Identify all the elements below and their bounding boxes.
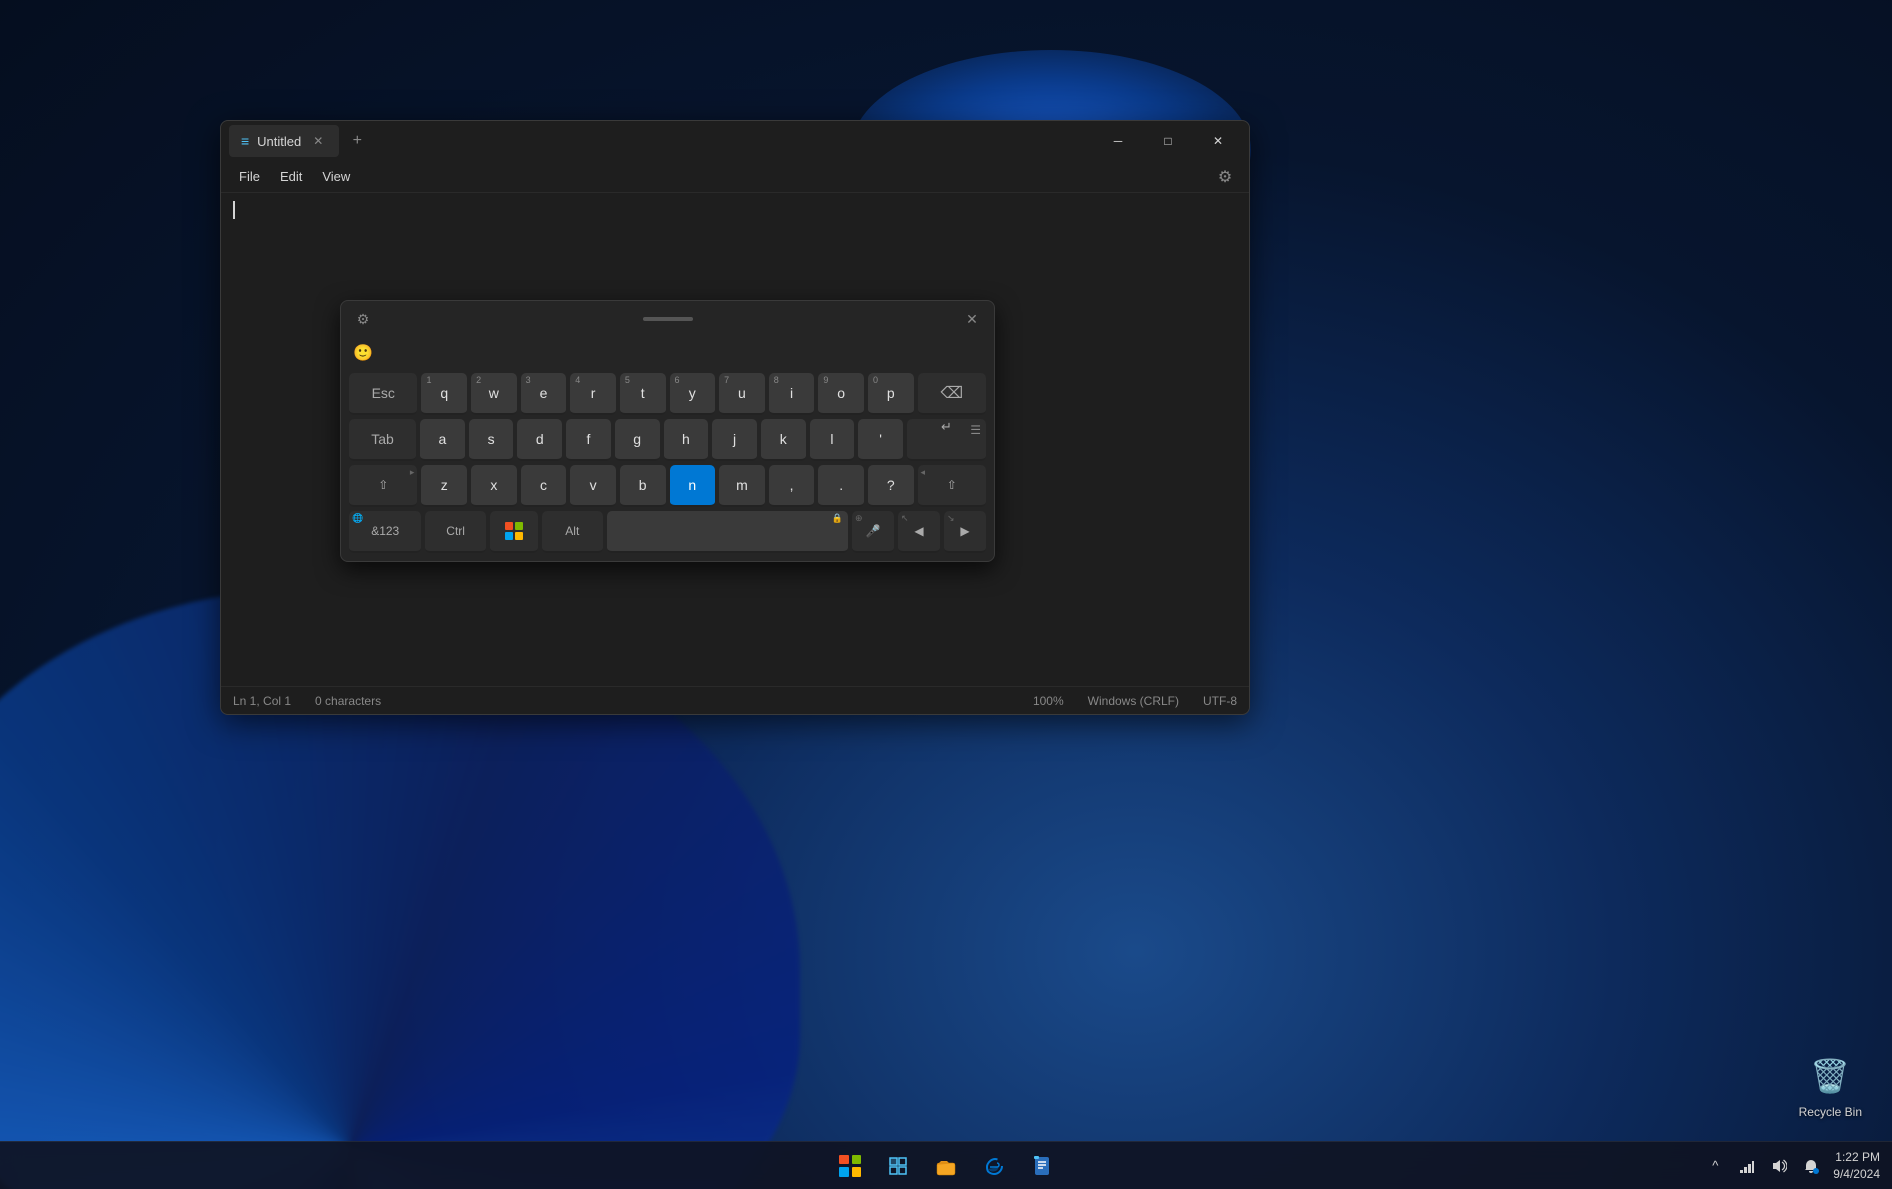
taskbar-clock[interactable]: 1:22 PM 9/4/2024 bbox=[1833, 1149, 1880, 1183]
text-cursor bbox=[233, 201, 235, 219]
line-ending[interactable]: Windows (CRLF) bbox=[1088, 694, 1179, 708]
notepad-tab-icon: ≡ bbox=[241, 133, 249, 149]
new-tab-button[interactable]: + bbox=[343, 127, 371, 155]
settings-button[interactable]: ⚙ bbox=[1209, 161, 1241, 193]
key-w[interactable]: 2w bbox=[471, 373, 517, 415]
tray-chevron[interactable]: ^ bbox=[1701, 1152, 1729, 1180]
start-button[interactable] bbox=[828, 1144, 872, 1188]
key-l[interactable]: l bbox=[810, 419, 855, 461]
keyboard-drag-handle[interactable] bbox=[643, 317, 693, 321]
key-alt[interactable]: Alt bbox=[542, 511, 602, 553]
recycle-bin-icon: 🗑️ bbox=[1805, 1051, 1855, 1101]
keyboard-settings-button[interactable]: ⚙ bbox=[349, 305, 377, 333]
window-controls: ─ □ ✕ bbox=[1095, 125, 1241, 157]
key-space[interactable]: 🔒 bbox=[607, 511, 849, 553]
key-v[interactable]: v bbox=[570, 465, 616, 507]
edge-button[interactable] bbox=[972, 1144, 1016, 1188]
key-e[interactable]: 3e bbox=[521, 373, 567, 415]
key-m[interactable]: m bbox=[719, 465, 765, 507]
keyboard-title-bar: ⚙ ✕ bbox=[341, 301, 994, 337]
speaker-icon[interactable] bbox=[1765, 1152, 1793, 1180]
key-n[interactable]: n bbox=[670, 465, 716, 507]
key-d[interactable]: d bbox=[517, 419, 562, 461]
key-question[interactable]: ? bbox=[868, 465, 914, 507]
key-period[interactable]: . bbox=[818, 465, 864, 507]
key-windows[interactable] bbox=[490, 511, 538, 553]
emoji-button[interactable]: 🙂 bbox=[349, 339, 377, 367]
key-u[interactable]: 7u bbox=[719, 373, 765, 415]
key-shift-right[interactable]: ⇧ ◂ bbox=[918, 465, 986, 507]
maximize-button[interactable]: □ bbox=[1145, 125, 1191, 157]
keyboard-sub-bar: 🙂 bbox=[341, 337, 994, 369]
time-display: 1:22 PM bbox=[1833, 1149, 1880, 1166]
key-apostrophe[interactable]: ' bbox=[858, 419, 903, 461]
key-tab[interactable]: Tab bbox=[349, 419, 416, 461]
key-q[interactable]: 1q bbox=[421, 373, 467, 415]
recycle-bin-label: Recycle Bin bbox=[1799, 1105, 1862, 1119]
notepad-tab-title: Untitled bbox=[257, 134, 301, 149]
key-t[interactable]: 5t bbox=[620, 373, 666, 415]
widgets-button[interactable] bbox=[876, 1144, 920, 1188]
key-shift-left[interactable]: ⇧ ▸ bbox=[349, 465, 417, 507]
status-bar: Ln 1, Col 1 0 characters 100% Windows (C… bbox=[221, 686, 1249, 714]
file-menu[interactable]: File bbox=[229, 165, 270, 188]
key-backspace[interactable]: ⌫ bbox=[918, 373, 986, 415]
key-ctrl[interactable]: Ctrl bbox=[425, 511, 485, 553]
close-button[interactable]: ✕ bbox=[1195, 125, 1241, 157]
key-s[interactable]: s bbox=[469, 419, 514, 461]
key-k[interactable]: k bbox=[761, 419, 806, 461]
key-row-3: ⇧ ▸ z x c v b n m , . ? ⇧ ◂ bbox=[349, 465, 986, 507]
keyboard-rows: Esc 1q 2w 3e 4r 5t 6y 7u 8i 9o 0p ⌫ Tab … bbox=[341, 369, 994, 561]
zoom-level[interactable]: 100% bbox=[1033, 694, 1064, 708]
tab-close-button[interactable]: ✕ bbox=[309, 132, 327, 150]
key-y[interactable]: 6y bbox=[670, 373, 716, 415]
key-f[interactable]: f bbox=[566, 419, 611, 461]
file-explorer-button[interactable] bbox=[924, 1144, 968, 1188]
tab-area: ≡ Untitled ✕ + bbox=[229, 121, 1095, 161]
minimize-button[interactable]: ─ bbox=[1095, 125, 1141, 157]
notification-icon[interactable] bbox=[1797, 1152, 1825, 1180]
key-symbols[interactable]: 🌐 &123 bbox=[349, 511, 421, 553]
key-h[interactable]: h bbox=[664, 419, 709, 461]
view-menu[interactable]: View bbox=[312, 165, 360, 188]
key-z[interactable]: z bbox=[421, 465, 467, 507]
key-a[interactable]: a bbox=[420, 419, 465, 461]
menu-bar: File Edit View ⚙ bbox=[221, 161, 1249, 193]
key-esc[interactable]: Esc bbox=[349, 373, 417, 415]
key-row-1: Esc 1q 2w 3e 4r 5t 6y 7u 8i 9o 0p ⌫ bbox=[349, 373, 986, 415]
notification-dot bbox=[1813, 1168, 1819, 1174]
key-comma[interactable]: , bbox=[769, 465, 815, 507]
notepad-tab[interactable]: ≡ Untitled ✕ bbox=[229, 125, 339, 157]
taskbar: ^ bbox=[0, 1141, 1892, 1189]
key-right-arrow[interactable]: ↘ ▶ bbox=[944, 511, 986, 553]
key-b[interactable]: b bbox=[620, 465, 666, 507]
system-tray: ^ bbox=[1701, 1152, 1825, 1180]
key-i[interactable]: 8i bbox=[769, 373, 815, 415]
taskbar-center bbox=[828, 1144, 1064, 1188]
recycle-bin[interactable]: 🗑️ Recycle Bin bbox=[1799, 1051, 1862, 1119]
network-icon[interactable] bbox=[1733, 1152, 1761, 1180]
cursor-position[interactable]: Ln 1, Col 1 bbox=[233, 694, 291, 708]
date-display: 9/4/2024 bbox=[1833, 1166, 1880, 1183]
key-o[interactable]: 9o bbox=[818, 373, 864, 415]
encoding[interactable]: UTF-8 bbox=[1203, 694, 1237, 708]
taskbar-right: ^ bbox=[1701, 1149, 1880, 1183]
key-x[interactable]: x bbox=[471, 465, 517, 507]
notepad-taskbar-button[interactable] bbox=[1020, 1144, 1064, 1188]
touch-keyboard: ⚙ ✕ 🙂 Esc 1q 2w 3e 4r 5t 6y 7u 8i 9o 0p … bbox=[340, 300, 995, 562]
key-enter[interactable]: ↵ ☰ bbox=[907, 419, 986, 461]
key-row-2: Tab a s d f g h j k l ' ↵ ☰ bbox=[349, 419, 986, 461]
character-count[interactable]: 0 characters bbox=[315, 694, 381, 708]
key-g[interactable]: g bbox=[615, 419, 660, 461]
keyboard-close-button[interactable]: ✕ bbox=[958, 305, 986, 333]
key-r[interactable]: 4r bbox=[570, 373, 616, 415]
key-row-4: 🌐 &123 Ctrl Alt 🔒 ⊕ 🎤 ↖ ◀ ↘ bbox=[349, 511, 986, 553]
edit-menu[interactable]: Edit bbox=[270, 165, 312, 188]
key-left-arrow[interactable]: ↖ ◀ bbox=[898, 511, 940, 553]
key-j[interactable]: j bbox=[712, 419, 757, 461]
title-bar: ≡ Untitled ✕ + ─ □ ✕ bbox=[221, 121, 1249, 161]
key-p[interactable]: 0p bbox=[868, 373, 914, 415]
key-microphone[interactable]: ⊕ 🎤 bbox=[852, 511, 894, 553]
key-c[interactable]: c bbox=[521, 465, 567, 507]
